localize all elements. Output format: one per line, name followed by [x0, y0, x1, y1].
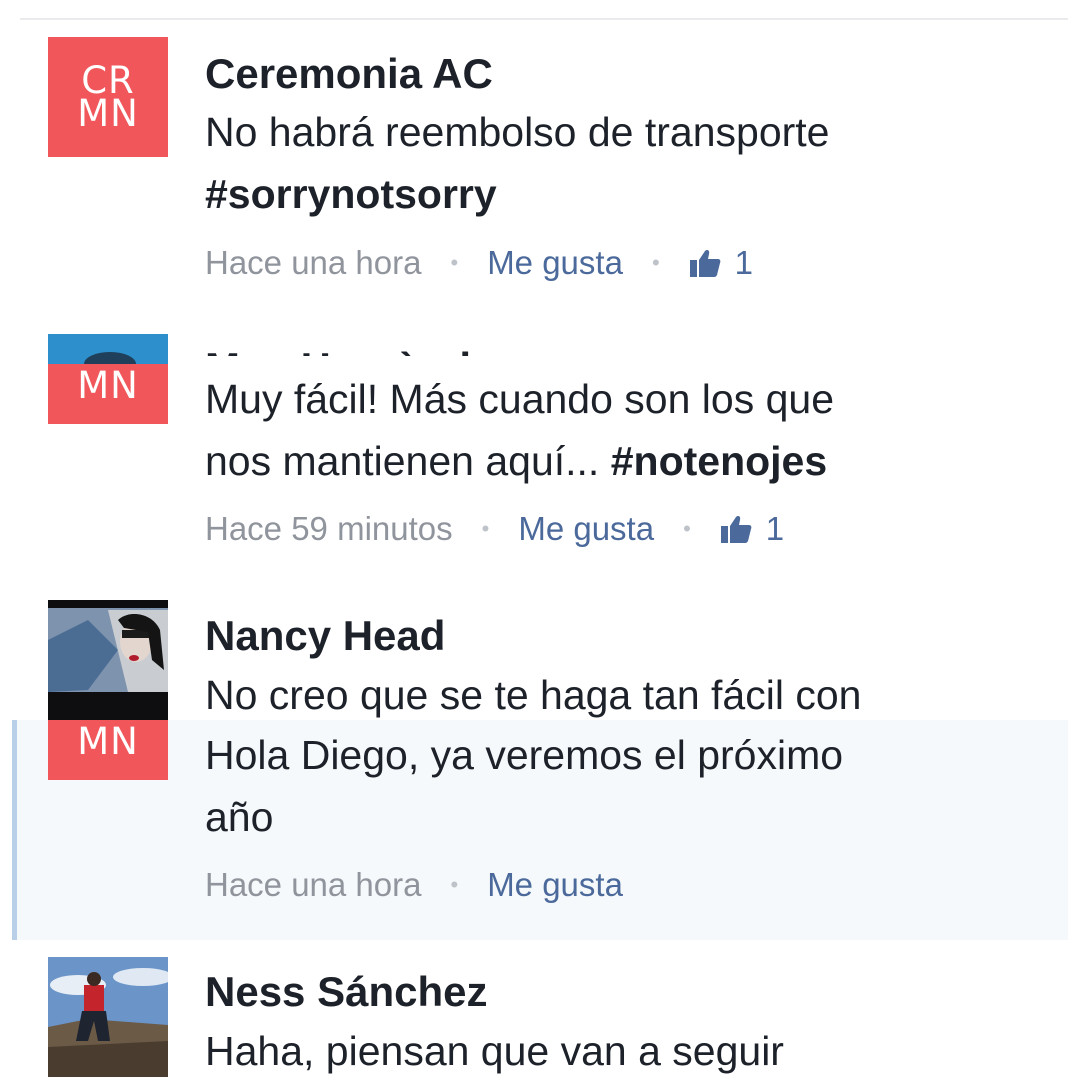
like-button[interactable]: Me gusta — [487, 866, 623, 904]
like-count-value: 1 — [734, 244, 753, 281]
comment-text-line2: nos mantienen aquí... #notenojes — [205, 438, 828, 484]
like-button[interactable]: Me gusta — [518, 510, 654, 548]
comment-text: No habrá reembolso de transporte — [205, 109, 830, 155]
separator-dot: • — [450, 250, 459, 275]
comment-author-name[interactable]: Ceremonia AC — [205, 50, 493, 98]
avatar-monogram-badge[interactable]: MN — [48, 364, 168, 424]
avatar-photo-image — [48, 334, 168, 364]
comment-text: Muy fácil! Más cuando son los que — [205, 376, 834, 422]
timestamp[interactable]: Hace una hora — [205, 866, 421, 904]
separator-dot: • — [481, 516, 490, 541]
separator-dot: • — [683, 516, 691, 541]
comment-author-name-clipped[interactable]: Mau Hernàndez — [205, 334, 545, 356]
top-divider — [20, 18, 1068, 20]
separator-dot: • — [651, 250, 660, 275]
comment-text: Haha, piensan que van a seguir — [205, 1028, 784, 1074]
like-count-value: 1 — [765, 510, 785, 547]
like-count[interactable]: 1 — [720, 510, 784, 548]
reply-meta: Hace una hora • Me gusta — [205, 866, 623, 904]
avatar-monogram: MN — [77, 364, 139, 407]
timestamp[interactable]: Hace 59 minutos — [205, 510, 453, 548]
like-count[interactable]: 1 — [689, 244, 753, 282]
avatar-ness-sanchez[interactable] — [48, 957, 168, 1077]
avatar-nancy-head[interactable] — [48, 600, 168, 720]
hashtag-link[interactable]: #sorrynotsorry — [205, 163, 497, 225]
comment-meta: Hace 59 minutos • Me gusta • 1 — [205, 510, 784, 548]
comment-author-name[interactable]: Nancy Head — [205, 612, 445, 660]
reply-text: Hola Diego, ya veremos el próximo — [205, 732, 844, 778]
timestamp[interactable]: Hace una hora — [205, 244, 421, 282]
avatar-monogram: CR MN — [77, 59, 139, 135]
comment-author-name[interactable]: Ness Sánchez — [205, 968, 487, 1016]
thumbs-up-icon — [689, 250, 721, 277]
hashtag-link[interactable]: #notenojes — [611, 438, 827, 484]
avatar-photo-image — [48, 957, 168, 1077]
comment-author-name: Mau Hernàndez — [205, 344, 515, 356]
avatar-ceremonia[interactable]: CR MN — [48, 37, 168, 157]
separator-dot: • — [450, 872, 459, 897]
comment-meta: Hace una hora • Me gusta • 1 — [205, 244, 753, 282]
like-button[interactable]: Me gusta — [487, 244, 623, 282]
reply-text-line2: año — [205, 794, 274, 840]
avatar-monogram: MN — [77, 720, 139, 763]
comment-text: No creo que se te haga tan fácil con — [205, 672, 862, 718]
reply-indicator-bar — [12, 720, 17, 940]
avatar-photo-image — [48, 600, 168, 720]
avatar-monogram-badge[interactable]: MN — [48, 720, 168, 780]
avatar-photo[interactable] — [48, 334, 168, 364]
thumbs-up-icon — [720, 516, 752, 543]
